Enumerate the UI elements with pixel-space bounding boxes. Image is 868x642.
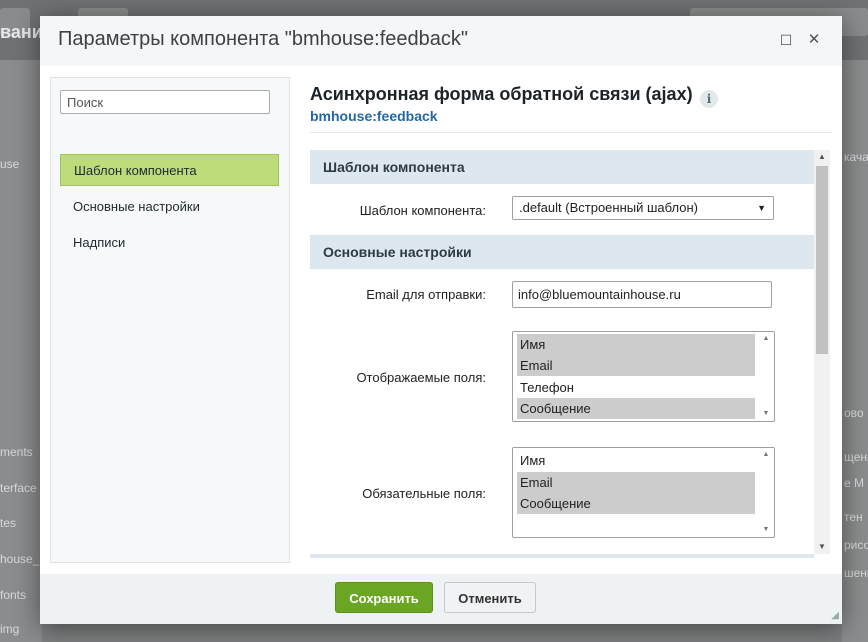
divider [310,132,832,133]
background-text: тен [844,510,863,524]
listbox-scrollbar[interactable]: ▲ ▼ [760,334,772,419]
dialog-title: Параметры компонента "bmhouse:feedback" [58,28,468,50]
background-text: рисо [844,538,868,552]
maximize-icon[interactable]: ☐ [776,30,796,50]
component-code: bmhouse:feedback [310,108,438,124]
background-text: вани [0,22,43,42]
background-text: е М [844,476,865,490]
section-header-template: Шаблон компонента [310,150,814,184]
cancel-button[interactable]: Отменить [444,582,536,613]
sidebar-item-main-settings[interactable]: Основные настройки [60,191,279,223]
background-text: ments [0,445,33,459]
template-select[interactable]: .default (Встроенный шаблон) ▼ [512,196,774,220]
template-select-value: .default (Встроенный шаблон) [519,200,698,215]
settings-scroll-area[interactable]: Шаблон компонента Шаблон компонента: .de… [310,150,830,570]
displayed-fields-listbox[interactable]: Имя Email Телефон Сообщение ▲ ▼ [512,331,775,422]
list-item[interactable]: Email [517,472,755,493]
dialog-body: Шаблон компонента Основные настройки Над… [40,66,842,574]
component-params-dialog: Параметры компонента "bmhouse:feedback" … [40,16,842,624]
section-header-main-settings: Основные настройки [310,235,814,269]
field-label-displayed-fields: Отображаемые поля: [356,370,486,385]
background-text: ово [844,406,864,420]
chevron-down-icon: ▼ [757,203,766,213]
background-text: img [0,622,20,636]
main-panel: Асинхронная форма обратной связи (ajax) … [310,66,832,574]
scrollbar-thumb[interactable] [816,166,828,354]
background-text: fonts [0,588,27,602]
info-icon[interactable]: i [700,90,718,108]
background-text: house_ [0,552,40,566]
background-text: use [0,157,20,171]
close-icon[interactable]: ✕ [804,30,824,50]
email-field[interactable] [512,281,772,308]
save-button[interactable]: Сохранить [335,582,433,613]
list-item[interactable]: Сообщение [517,398,755,419]
list-item[interactable]: Сообщение [517,493,755,514]
list-item[interactable]: Имя [517,334,755,355]
field-label-email: Email для отправки: [366,287,486,302]
scroll-down-icon[interactable]: ▼ [814,540,830,554]
scroll-up-icon[interactable]: ▲ [760,450,772,460]
search-input[interactable] [60,90,270,114]
sidebar-item-captions[interactable]: Надписи [60,227,279,259]
sidebar: Шаблон компонента Основные настройки Над… [50,77,290,563]
dialog-header[interactable]: Параметры компонента "bmhouse:feedback" … [40,16,842,66]
field-label-required-fields: Обязательные поля: [362,486,486,501]
section-header-next [310,554,814,558]
settings-scrollbar[interactable]: ▲ ▼ [814,150,830,554]
scroll-down-icon[interactable]: ▼ [760,525,772,535]
background-text: кача [844,150,868,164]
background-text: щени [844,450,868,464]
listbox-scrollbar[interactable]: ▲ ▼ [760,450,772,535]
component-title: Асинхронная форма обратной связи (ajax) [310,84,693,104]
background-text: шени [844,566,868,580]
scroll-down-icon[interactable]: ▼ [760,409,772,419]
required-fields-listbox[interactable]: Имя Email Сообщение ▲ ▼ [512,447,775,538]
background-right-panel [842,60,868,642]
field-label-template: Шаблон компонента: [359,203,486,218]
sidebar-item-template[interactable]: Шаблон компонента [60,154,279,186]
list-item[interactable]: Email [517,355,755,376]
background-text: tes [0,516,17,530]
resize-handle-icon[interactable]: ◢ [831,610,839,621]
dialog-footer: Сохранить Отменить ◢ [40,574,842,624]
background-text: terface [0,481,37,495]
scroll-up-icon[interactable]: ▲ [760,334,772,344]
list-item[interactable]: Телефон [517,377,755,398]
scroll-up-icon[interactable]: ▲ [814,150,830,164]
list-item[interactable]: Имя [517,450,755,471]
